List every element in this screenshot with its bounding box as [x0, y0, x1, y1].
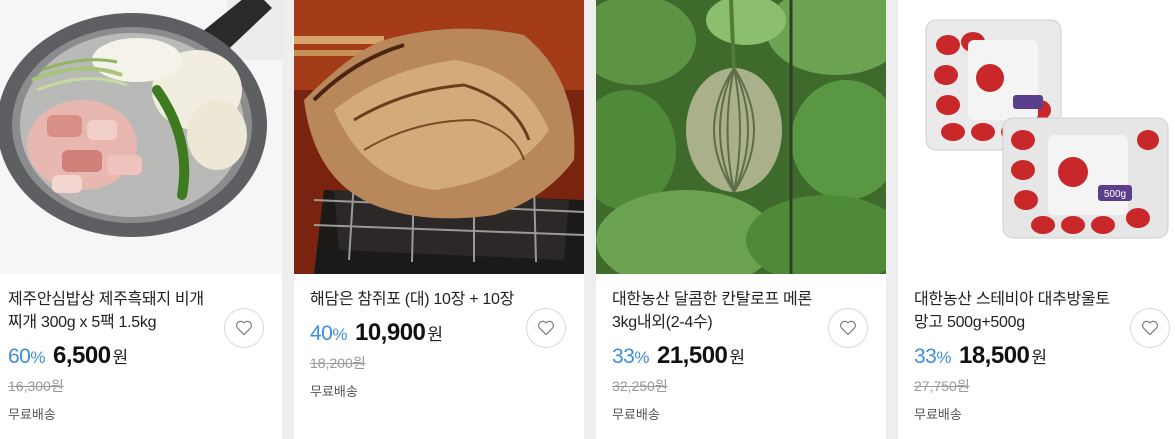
discount-rate: 60%: [8, 345, 45, 368]
pork-stew-pan-image: [0, 0, 282, 274]
product-image[interactable]: [0, 0, 282, 274]
heart-icon: [1142, 320, 1158, 336]
original-price: 32,250원: [612, 378, 668, 394]
original-price: 27,750원: [914, 378, 970, 394]
shipping-info: 무료배송: [8, 407, 56, 422]
product-card[interactable]: 제주안심밥상 제주흑돼지 비개찌개 300g x 5팩 1.5kg 60% 6,…: [0, 0, 282, 439]
cantaloupe-image: [596, 0, 886, 274]
product-card[interactable]: 해담은 참쥐포 (대) 10장 + 10장 40% 10,900 원 18,20…: [294, 0, 584, 439]
original-price: 18,200원: [310, 355, 366, 371]
shipping-info: 무료배송: [310, 384, 358, 399]
discount-rate: 33%: [914, 345, 951, 368]
product-card[interactable]: 500g 대한농산 스테비아 대추방울토망고 500g+500g 33% 18,…: [898, 0, 1175, 439]
heart-icon: [538, 320, 554, 336]
pack-weight-label: 500g: [1104, 189, 1126, 200]
sale-price: 10,900: [354, 319, 426, 346]
sale-price: 6,500: [52, 342, 111, 369]
discount-rate: 33%: [612, 345, 649, 368]
filefish-jerky-image: [294, 0, 584, 274]
product-image[interactable]: 500g: [898, 0, 1175, 274]
currency-unit: 원: [112, 348, 129, 367]
wishlist-button[interactable]: [224, 308, 264, 348]
product-image[interactable]: [596, 0, 886, 274]
product-card[interactable]: 대한농산 달콤한 칸탈로프 메론 3kg내외(2-4수) 33% 21,500 …: [596, 0, 886, 439]
product-title[interactable]: 해담은 참쥐포 (대) 10장 + 10장: [310, 288, 520, 311]
heart-icon: [236, 320, 252, 336]
product-image[interactable]: [294, 0, 584, 274]
wishlist-button[interactable]: [828, 308, 868, 348]
currency-unit: 원: [1031, 348, 1048, 367]
shipping-info: 무료배송: [612, 407, 660, 422]
discount-rate: 40%: [310, 322, 347, 345]
product-title[interactable]: 대한농산 달콤한 칸탈로프 메론 3kg내외(2-4수): [612, 288, 822, 334]
currency-unit: 원: [729, 348, 746, 367]
wishlist-button[interactable]: [1130, 308, 1170, 348]
sale-price: 18,500: [958, 342, 1030, 369]
shipping-info: 무료배송: [914, 407, 962, 422]
currency-unit: 원: [427, 325, 444, 344]
original-price: 16,300원: [8, 378, 64, 394]
sale-price: 21,500: [656, 342, 728, 369]
product-title[interactable]: 대한농산 스테비아 대추방울토망고 500g+500g: [914, 288, 1124, 334]
product-title[interactable]: 제주안심밥상 제주흑돼지 비개찌개 300g x 5팩 1.5kg: [8, 288, 218, 334]
product-grid: 제주안심밥상 제주흑돼지 비개찌개 300g x 5팩 1.5kg 60% 6,…: [0, 0, 1175, 439]
heart-icon: [840, 320, 856, 336]
wishlist-button[interactable]: [526, 308, 566, 348]
tomato-packs-image: 500g: [898, 0, 1175, 274]
